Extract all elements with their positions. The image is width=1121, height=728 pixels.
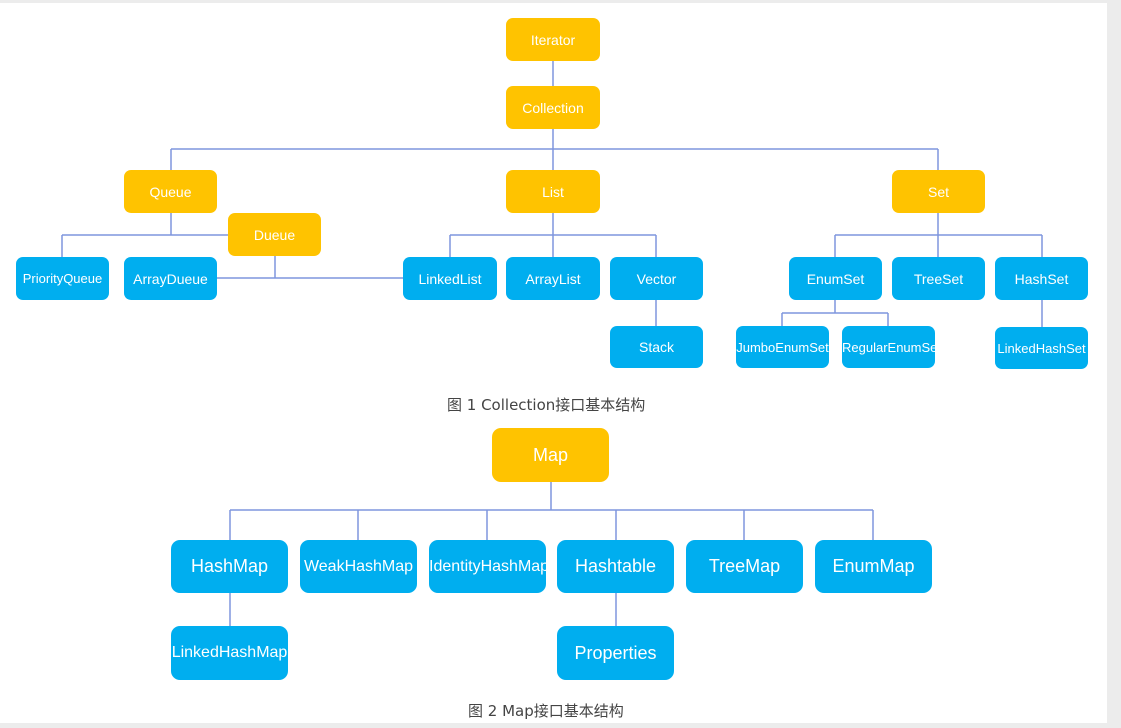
node-identity-hash-map: IdentityHashMap [429,540,546,593]
node-set: Set [892,170,985,213]
node-tree-set: TreeSet [892,257,985,300]
node-hash-set: HashSet [995,257,1088,300]
node-queue: Queue [124,170,217,213]
node-linked-list: LinkedList [403,257,497,300]
node-jumbo-enum-set: JumboEnumSet [736,326,829,368]
node-enum-map: EnumMap [815,540,932,593]
node-linked-hash-map: LinkedHashMap [171,626,288,680]
node-iterator: Iterator [506,18,600,61]
node-array-dueue: ArrayDueue [124,257,217,300]
node-collection: Collection [506,86,600,129]
figure-1-caption: 图 1 Collection接口基本结构 [447,396,646,414]
node-list: List [506,170,600,213]
node-array-list: ArrayList [506,257,600,300]
node-vector: Vector [610,257,703,300]
node-weak-hash-map: WeakHashMap [300,540,417,593]
node-dueue: Dueue [228,213,321,256]
node-linked-hash-set: LinkedHashSet [995,327,1088,369]
node-map: Map [492,428,609,482]
node-tree-map: TreeMap [686,540,803,593]
node-priority-queue: PriorityQueue [16,257,109,300]
node-regular-enum-set: RegularEnumSet [842,326,935,368]
figure-2-caption: 图 2 Map接口基本结构 [468,702,624,720]
node-properties: Properties [557,626,674,680]
node-hash-map: HashMap [171,540,288,593]
node-enum-set: EnumSet [789,257,882,300]
node-stack: Stack [610,326,703,368]
node-hashtable: Hashtable [557,540,674,593]
diagram-canvas: Iterator Collection Queue List Set Dueue… [0,0,1121,728]
